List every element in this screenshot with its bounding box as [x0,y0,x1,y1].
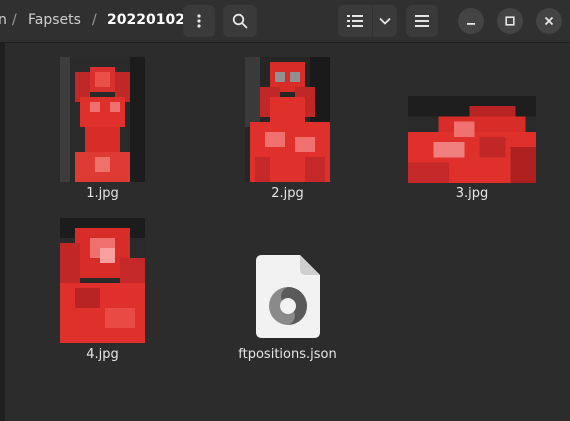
breadcrumb-item-fapsets[interactable]: Fapsets [28,11,81,29]
breadcrumb-item-current[interactable]: 20220102 [107,11,185,29]
file-name-label: 2.jpg [271,186,304,201]
list-view-icon [347,15,363,27]
view-toggle-button[interactable] [338,5,372,37]
search-button[interactable] [223,5,257,37]
image-thumbnail [60,218,145,343]
maximize-icon [505,16,515,26]
json-file-icon [256,255,320,338]
image-thumbnail [60,57,145,182]
chevron-down-icon [379,17,391,25]
view-options-dropdown[interactable] [373,5,397,37]
file-name-label: 4.jpg [86,347,119,362]
sidebar-edge [0,43,5,421]
minimize-button[interactable] [458,8,484,34]
search-icon [232,13,248,29]
image-thumbnail [408,96,536,183]
file-name-label: ftpositions.json [238,347,337,362]
file-name-label: 3.jpg [455,186,489,201]
breadcrumb-separator: / [92,12,97,28]
vertical-dots-icon [197,14,201,28]
minimize-icon [467,23,475,25]
file-name-label: 1.jpg [86,186,119,201]
breadcrumb-separator: / [12,12,17,28]
breadcrumb-item-parent[interactable]: n [0,11,7,29]
image-thumbnail [245,57,330,182]
hamburger-icon [415,15,429,27]
main-menu-button[interactable] [406,5,438,37]
close-icon [544,16,554,26]
header-bar: n / Fapsets / 20220102 [0,0,570,43]
close-button[interactable] [536,8,562,34]
folder-menu-button[interactable] [183,5,215,37]
maximize-button[interactable] [497,8,523,34]
